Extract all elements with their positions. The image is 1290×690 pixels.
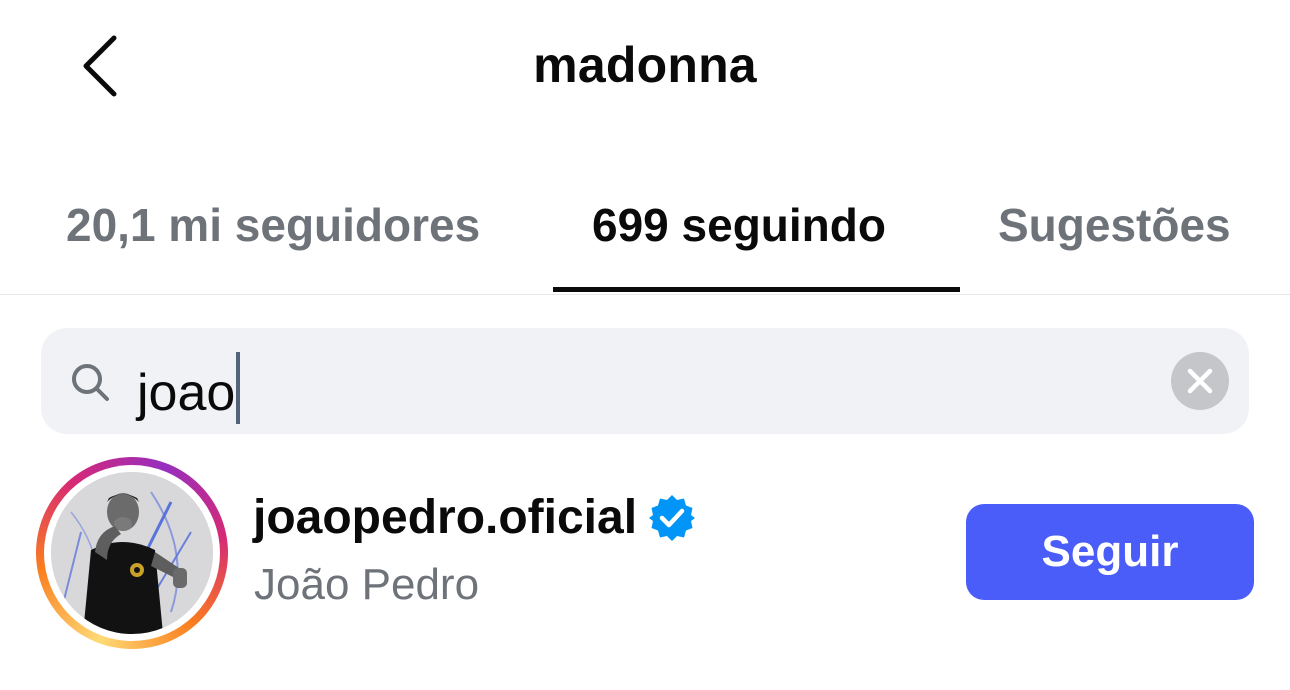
tab-bar: 20,1 mi seguidores 699 seguindo Sugestõe… [0,190,1290,295]
username[interactable]: joaopedro.oficial [253,490,637,545]
avatar[interactable] [51,472,213,634]
search-icon [72,364,109,401]
avatar-photo [51,472,213,634]
tab-following[interactable]: 699 seguindo [592,198,886,252]
search-bar[interactable]: joao [41,328,1249,434]
username-line: joaopedro.oficial [253,490,697,545]
search-input[interactable]: joao [137,352,241,424]
verified-badge-icon [649,494,696,541]
text-caret [236,352,241,424]
follow-button[interactable]: Seguir [966,504,1254,600]
active-tab-indicator [553,287,960,292]
clear-icon [1187,368,1213,394]
clear-search-button[interactable] [1171,352,1229,410]
tab-followers[interactable]: 20,1 mi seguidores [66,198,480,252]
search-input-text: joao [137,364,236,422]
following-list-screen: madonna 20,1 mi seguidores 699 seguindo … [0,0,1290,690]
tab-suggestions[interactable]: Sugestões [998,198,1231,252]
page-title: madonna [533,37,757,93]
full-name: João Pedro [254,560,480,609]
list-item[interactable]: joaopedro.oficial João Pedro Seguir [0,452,1290,652]
